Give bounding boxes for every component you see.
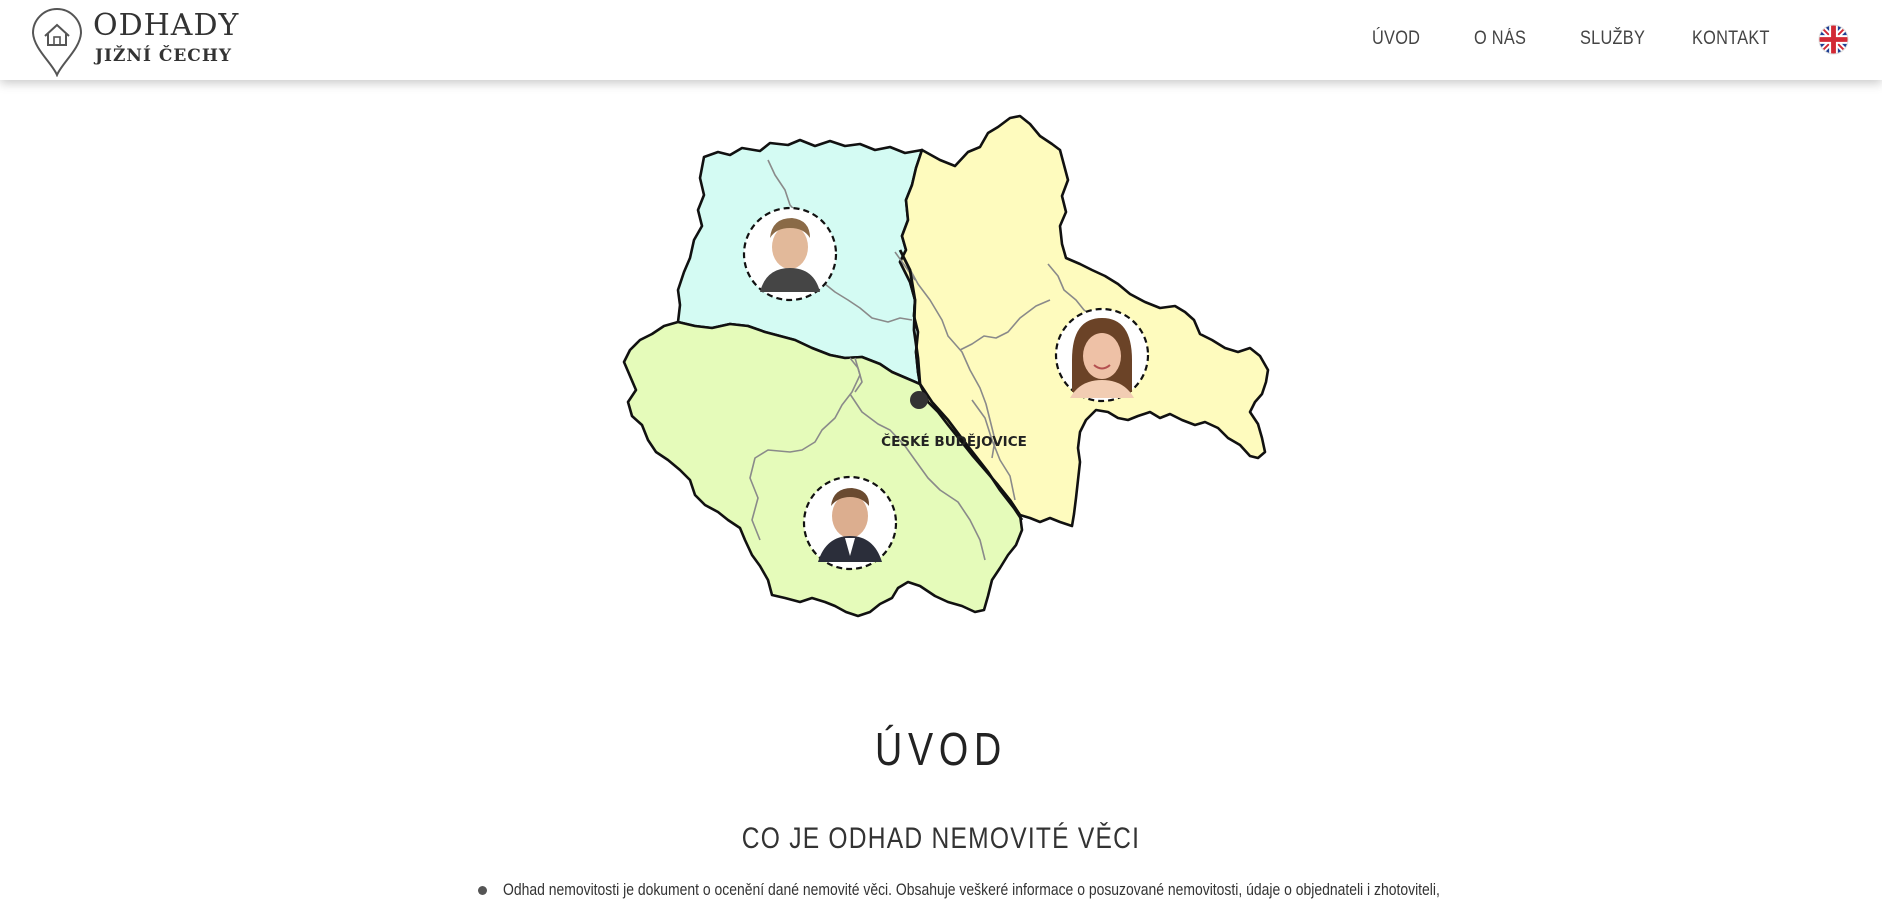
appraiser-avatar-east[interactable]: [1054, 307, 1150, 403]
location-pin-house-icon: [31, 8, 83, 77]
region-map: ČESKÉ BUDĚJOVICE: [622, 114, 1270, 618]
nav-sluzby[interactable]: SLUŽBY: [1580, 28, 1645, 50]
appraiser-avatar-south-west[interactable]: [802, 475, 898, 571]
site-header: ODHADY JIŽNÍ ČECHY ÚVOD O NÁS SLUŽBY KON…: [0, 0, 1882, 80]
uk-flag-icon[interactable]: [1818, 24, 1849, 55]
appraiser-avatar-north-west[interactable]: [742, 206, 838, 302]
nav-uvod[interactable]: ÚVOD: [1372, 28, 1420, 50]
city-marker-icon[interactable]: [910, 391, 928, 409]
logo[interactable]: ODHADY JIŽNÍ ČECHY: [30, 5, 240, 77]
nav-o-nas[interactable]: O NÁS: [1474, 28, 1526, 50]
nav-kontakt[interactable]: KONTAKT: [1692, 28, 1770, 50]
person-avatar-icon: [1070, 318, 1134, 398]
logo-subtitle: JIŽNÍ ČECHY: [95, 46, 233, 66]
logo-title: ODHADY: [93, 8, 240, 43]
city-label: ČESKÉ BUDĚJOVICE: [881, 432, 1027, 450]
